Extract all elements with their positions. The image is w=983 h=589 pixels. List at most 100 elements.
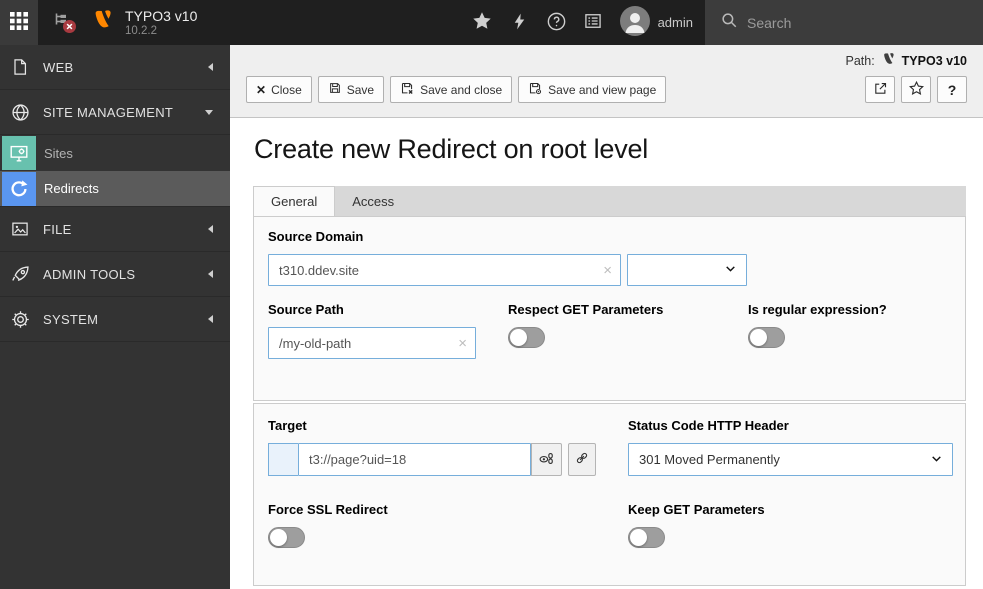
save-button-label: Save [346,82,375,97]
sidebar-item-label: SYSTEM [43,311,99,327]
avatar [619,6,650,39]
module-menu: WEB SITE MANAGEMENT Sites Redirects FILE… [0,45,230,589]
tab-access[interactable]: Access [335,186,411,216]
path-root-title: TYPO3 v10 [901,54,967,68]
brand: TYPO3 v10 10.2.2 [84,0,197,45]
source-domain-row: × [268,254,951,286]
source-path-label: Source Path [268,302,344,317]
source-domain-label: Source Domain [268,229,364,244]
username: admin [657,15,693,30]
close-button[interactable]: ✕ Close [246,76,312,103]
sidebar-item-file[interactable]: FILE [0,207,230,252]
row2-labels: Source Path Respect GET Parameters Is re… [268,302,951,317]
close-icon: ✕ [256,82,267,97]
sidebar-item-label: Redirects [44,181,99,196]
bookmark-page-button[interactable] [901,76,931,103]
save-and-close-button[interactable]: Save and close [390,76,513,103]
save-button[interactable]: Save [317,76,385,103]
bookmark-button[interactable] [464,0,501,45]
gear-icon [0,309,40,330]
respect-get-toggle[interactable] [508,327,545,348]
document-icon [0,57,40,77]
toggle-knob [750,329,767,346]
user-menu-button[interactable]: admin [612,0,705,45]
target-controls-row: 301 Moved Permanently [268,443,953,476]
toggle-knob [510,329,527,346]
docheader-right-buttons: ? [865,76,967,103]
rocket-icon [0,264,40,285]
clear-icon[interactable]: × [603,263,612,278]
tab-general[interactable]: General [253,186,336,216]
keep-get-toggle[interactable] [628,527,665,548]
help-circle-icon [546,11,567,35]
keep-get-label: Keep GET Parameters [628,502,765,517]
source-domain-input[interactable] [269,262,620,278]
external-link-icon [873,81,888,99]
sidebar-item-admin-tools[interactable]: ADMIN TOOLS [0,252,230,297]
grid-icon [9,11,29,34]
image-icon [0,219,40,239]
link-explanation-button[interactable] [531,443,562,476]
sidebar-item-label: ADMIN TOOLS [43,266,136,282]
sidebar-item-web[interactable]: WEB [0,45,230,90]
app-version: 10.2.2 [125,24,157,37]
is-regex-label: Is regular expression? [748,302,887,317]
help-button[interactable] [538,0,575,45]
chevron-left-icon [208,63,213,71]
chevron-down-icon [724,262,737,278]
floppy-close-icon [400,81,415,99]
open-in-new-window-button[interactable] [865,76,895,103]
sidebar-item-label: FILE [43,221,72,237]
clear-icon[interactable]: × [458,336,467,351]
typo3-path-logo-icon [880,51,897,71]
sidebar-item-label: WEB [43,59,74,75]
source-path-input[interactable] [269,335,475,351]
opendocs-button[interactable] [575,0,612,45]
chevron-left-icon [208,270,213,278]
target-field-wrap [298,443,531,476]
sidebar-item-redirects[interactable]: Redirects [0,171,230,207]
target-panel: Target Status Code HTTP Header t3://page… [253,403,966,586]
docheader-left-buttons: ✕ Close Save Save and close Save and vie… [246,76,667,103]
save-and-close-label: Save and close [420,82,503,97]
tab-label: Access [352,193,395,209]
search-icon [720,11,738,34]
search-input[interactable] [747,14,927,31]
general-tab-panel: Source Domain × Source Path R [253,216,966,401]
sidebar-item-sites[interactable]: Sites [0,135,230,171]
topbar: TYPO3 v10 10.2.2 admin Search [0,0,983,45]
path-label: Path: [845,54,875,68]
force-ssl-label: Force SSL Redirect [268,502,388,517]
context-help-button[interactable]: ? [937,76,967,103]
pagetree-hidden-badge-icon [63,20,76,36]
star-outline-icon [908,80,925,100]
target-labels-row: Target Status Code HTTP Header [268,418,951,433]
app-title: TYPO3 v10 [125,7,198,24]
source-domain-field-wrap: × [268,254,621,286]
save-and-view-button[interactable]: Save and view page [518,76,667,103]
clear-cache-button[interactable] [501,0,538,45]
chevron-down-icon [930,452,943,468]
document-list-icon [583,11,603,34]
sidebar-item-site-management[interactable]: SITE MANAGEMENT [0,90,230,135]
sidebar-item-system[interactable]: SYSTEM [0,297,230,342]
source-domain-select[interactable] [627,254,747,286]
topbar-search [705,0,983,45]
modules-menu-button[interactable] [0,0,38,45]
pagetree-toggle-button[interactable] [38,0,84,45]
select-value: 301 Moved Permanently [639,452,780,467]
target-label: Target [268,418,307,433]
tab-bar: General Access [253,186,966,216]
ssl-labels-row: Force SSL Redirect Keep GET Parameters [268,502,951,517]
bolt-icon [510,12,529,34]
page-title: Create new Redirect on root level [254,134,649,164]
redirects-module-icon [2,171,36,206]
row2-controls: × [268,327,951,359]
star-icon [471,10,493,35]
status-code-select[interactable]: 301 Moved Permanently [628,443,953,476]
force-ssl-toggle[interactable] [268,527,305,548]
is-regex-toggle[interactable] [748,327,785,348]
target-input[interactable] [299,452,530,467]
sidebar-item-label: Sites [44,145,73,161]
browse-link-button[interactable] [568,443,596,476]
